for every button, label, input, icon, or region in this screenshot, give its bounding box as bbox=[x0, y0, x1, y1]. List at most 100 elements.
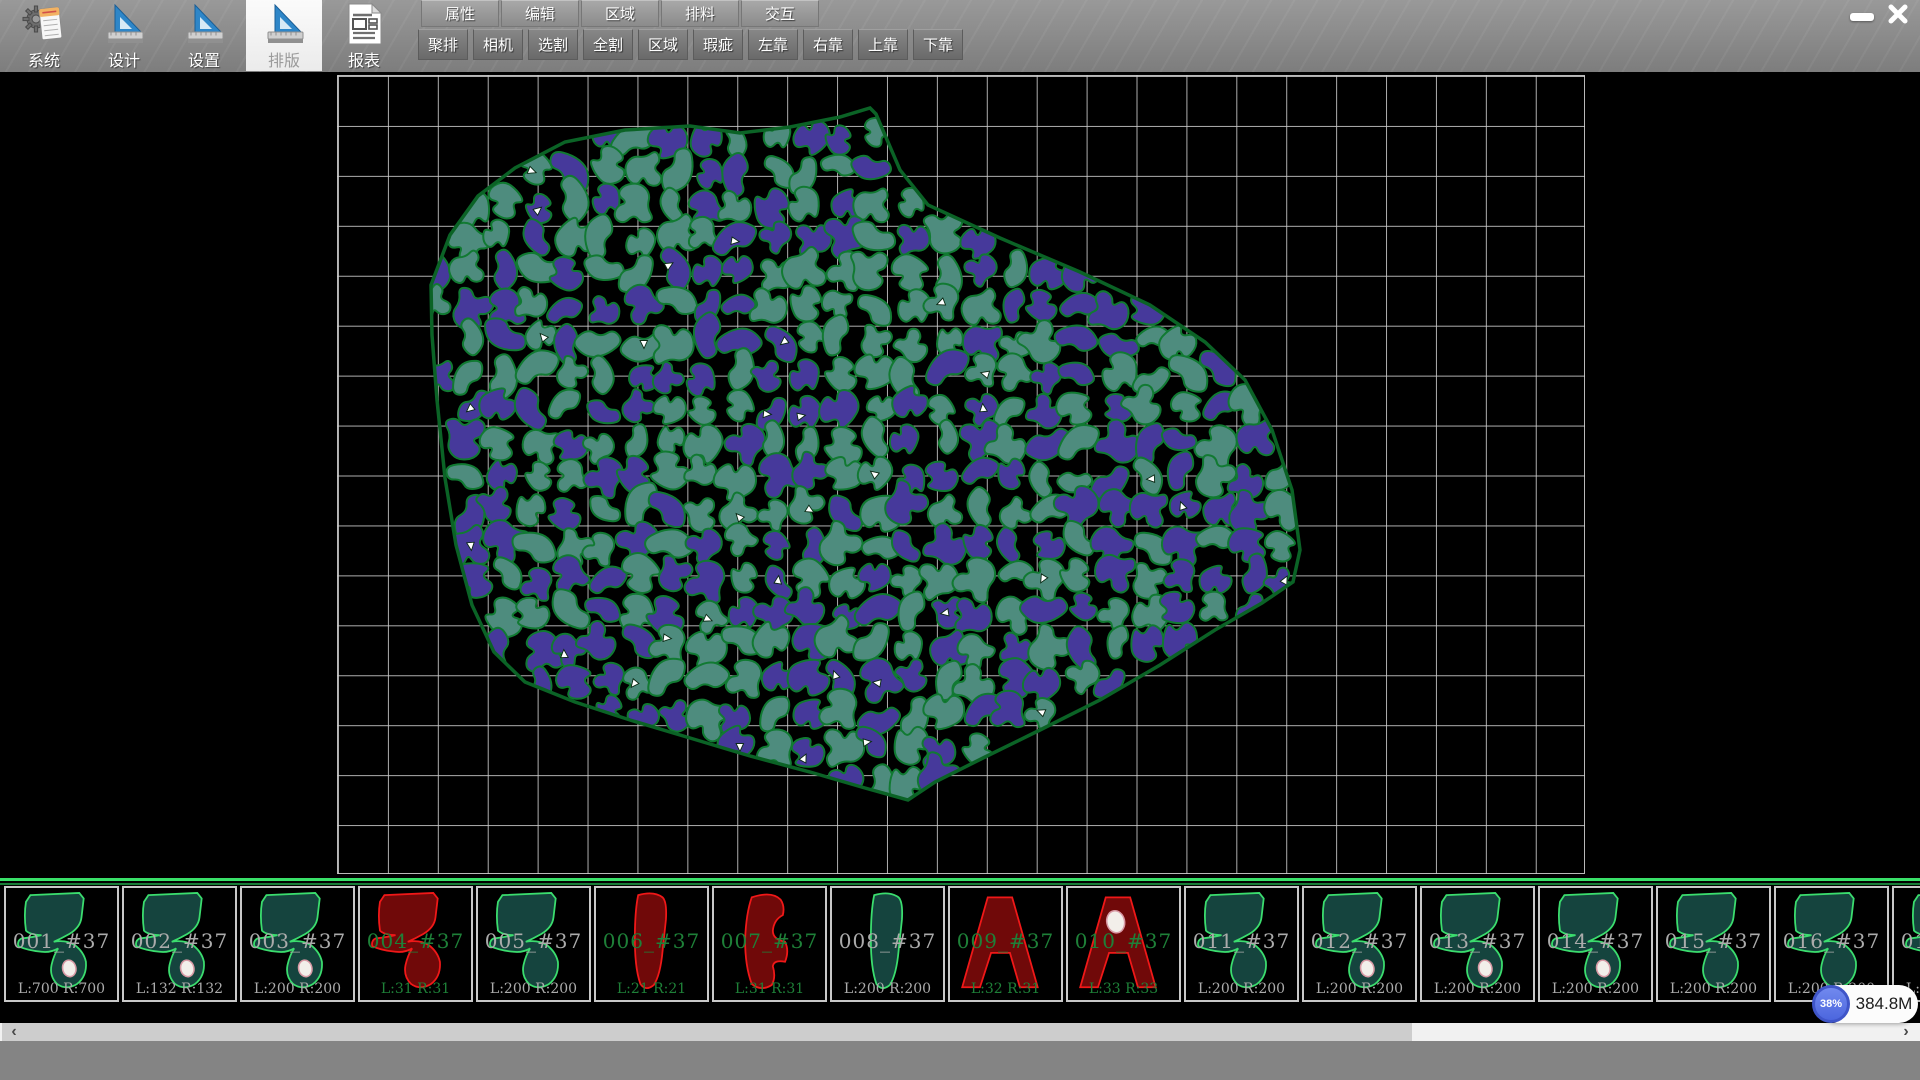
dock-item-label: 报表 bbox=[348, 47, 380, 71]
hide-thumbnail-008[interactable]: 008_#37 L:200 R:200 bbox=[830, 886, 945, 1002]
menu-tab-interact[interactable]: 交互 bbox=[741, 0, 819, 27]
report-icon bbox=[341, 2, 387, 46]
hide-thumbnail-005[interactable]: 005_#37 L:200 R:200 bbox=[476, 886, 591, 1002]
menu-tabs: 属性编辑区域排料交互 bbox=[421, 0, 821, 27]
tool-button-snap-bottom[interactable]: 下靠 bbox=[913, 29, 963, 60]
hide-thumbnail-013[interactable]: 013_#37 L:200 R:200 bbox=[1420, 886, 1535, 1002]
hide-thumbnail-011[interactable]: 011_#37 L:200 R:200 bbox=[1184, 886, 1299, 1002]
tool-button-snap-left[interactable]: 左靠 bbox=[748, 29, 798, 60]
thumbnail-caption: L:31 R:31 bbox=[360, 981, 471, 997]
menu-tab-region[interactable]: 区域 bbox=[581, 0, 659, 27]
thumbnail-id: 014_#37 bbox=[1540, 929, 1651, 953]
thumbnail-id: 004_#37 bbox=[360, 929, 471, 953]
hide-thumbnail-010[interactable]: 010_#37 L:33 R:33 bbox=[1066, 886, 1181, 1002]
thumbnail-caption: L:32 R:31 bbox=[950, 981, 1061, 997]
scrollbar-thumb[interactable] bbox=[24, 1023, 1412, 1041]
footer-bar bbox=[0, 1041, 1920, 1080]
tool-button-select-cut[interactable]: 选割 bbox=[528, 29, 578, 60]
dock-item-design[interactable]: 设计 bbox=[86, 0, 162, 71]
thumbnail-caption: L:200 R:200 bbox=[1304, 981, 1415, 997]
app-window: 系统 设计 设置 排版 报表 属性编辑区域排料交互 聚排相机选割全割区域瑕疵左靠… bbox=[0, 0, 1920, 1080]
hide-thumbnail-007[interactable]: 007_#37 L:31 R:31 bbox=[712, 886, 827, 1002]
thumbnail-id: 005_#37 bbox=[478, 929, 589, 953]
thumbnail-row: 001_#37 L:700 R:700 002_#37 L:132 R:132 … bbox=[4, 886, 1920, 1002]
nested-hide-drawing bbox=[0, 72, 1920, 878]
dock-item-label: 设计 bbox=[108, 47, 140, 71]
thumbnail-caption: L:21 R:21 bbox=[596, 981, 707, 997]
thumbnail-caption: L:700 R:700 bbox=[6, 981, 117, 997]
hide-thumbnail-009[interactable]: 009_#37 L:32 R:31 bbox=[948, 886, 1063, 1002]
thumbnail-caption: L:200 R:200 bbox=[1658, 981, 1769, 997]
hide-thumbnail-001[interactable]: 001_#37 L:700 R:700 bbox=[4, 886, 119, 1002]
thumbnail-caption: L:33 R:33 bbox=[1068, 981, 1179, 997]
tool-button-cluster-nest[interactable]: 聚排 bbox=[418, 29, 468, 60]
tool-button-region[interactable]: 区域 bbox=[638, 29, 688, 60]
dock-item-system[interactable]: 系统 bbox=[6, 0, 82, 71]
close-button[interactable] bbox=[1884, 2, 1912, 26]
thumbnail-id: 002_#37 bbox=[124, 929, 235, 953]
thumbnail-id: 010_#37 bbox=[1068, 929, 1179, 953]
minimize-button[interactable] bbox=[1848, 2, 1876, 26]
thumbnail-id: 015_#37 bbox=[1658, 929, 1769, 953]
filmstrip: 001_#37 L:700 R:700 002_#37 L:132 R:132 … bbox=[0, 878, 1920, 1023]
hide-thumbnail-012[interactable]: 012_#37 L:200 R:200 bbox=[1302, 886, 1417, 1002]
window-controls bbox=[1848, 2, 1912, 26]
hide-thumbnail-015[interactable]: 015_#37 L:200 R:200 bbox=[1656, 886, 1771, 1002]
tool-button-cut-all[interactable]: 全割 bbox=[583, 29, 633, 60]
thumbnail-caption: L:200 R:200 bbox=[1186, 981, 1297, 997]
thumbnail-id: 007_#37 bbox=[714, 929, 825, 953]
hide-thumbnail-006[interactable]: 006_#37 L:21 R:21 bbox=[594, 886, 709, 1002]
thumbnail-id: 003_#37 bbox=[242, 929, 353, 953]
set-square-icon bbox=[101, 2, 147, 46]
thumbnail-id: 016_#37 bbox=[1776, 929, 1887, 953]
titlebar: 系统 设计 设置 排版 报表 属性编辑区域排料交互 聚排相机选割全割区域瑕疵左靠… bbox=[0, 0, 1920, 72]
thumbnail-caption: L:200 R:200 bbox=[242, 981, 353, 997]
menu-tab-nesting[interactable]: 排料 bbox=[661, 0, 739, 27]
thumbnail-caption: L:31 R:31 bbox=[714, 981, 825, 997]
hide-thumbnail-014[interactable]: 014_#37 L:200 R:200 bbox=[1538, 886, 1653, 1002]
thumbnail-id: 006_#37 bbox=[596, 929, 707, 953]
menu-tab-edit[interactable]: 编辑 bbox=[501, 0, 579, 27]
thumbnail-caption: L:200 R:200 bbox=[478, 981, 589, 997]
minimize-icon bbox=[1850, 13, 1874, 21]
hide-thumbnail-003[interactable]: 003_#37 L:200 R:200 bbox=[240, 886, 355, 1002]
thumbnail-id: 013_#37 bbox=[1422, 929, 1533, 953]
thumbnail-id: 001_#37 bbox=[6, 929, 117, 953]
nesting-canvas[interactable] bbox=[0, 72, 1920, 878]
dock-item-label: 排版 bbox=[268, 47, 300, 71]
dock-item-report[interactable]: 报表 bbox=[326, 0, 402, 71]
tool-row: 聚排相机选割全割区域瑕疵左靠右靠上靠下靠 bbox=[418, 29, 968, 60]
dock-item-label: 系统 bbox=[28, 47, 60, 71]
thumbnail-caption: L:200 R:200 bbox=[1540, 981, 1651, 997]
tool-button-snap-top[interactable]: 上靠 bbox=[858, 29, 908, 60]
system-icon bbox=[21, 2, 67, 46]
close-icon bbox=[1887, 3, 1909, 25]
thumbnail-caption: L:132 R:132 bbox=[124, 981, 235, 997]
tool-button-snap-right[interactable]: 右靠 bbox=[803, 29, 853, 60]
strip-accent-line bbox=[0, 878, 1920, 881]
horizontal-scrollbar[interactable]: ‹ › bbox=[0, 1023, 1920, 1041]
dock-item-layout[interactable]: 排版 bbox=[246, 0, 322, 71]
dock-item-label: 设置 bbox=[188, 47, 220, 71]
tool-button-camera[interactable]: 相机 bbox=[473, 29, 523, 60]
dock: 系统 设计 设置 排版 报表 bbox=[6, 0, 402, 72]
menu-tab-properties[interactable]: 属性 bbox=[421, 0, 499, 27]
scroll-left-arrow[interactable]: ‹ bbox=[2, 1023, 26, 1041]
dock-item-settings[interactable]: 设置 bbox=[166, 0, 242, 71]
thumbnail-id: 017_#37 bbox=[1894, 929, 1920, 953]
thumbnail-id: 008_#37 bbox=[832, 929, 943, 953]
memory-badge[interactable]: 384.8M 38% bbox=[1812, 983, 1920, 1025]
thumbnail-caption: L:200 R:200 bbox=[1422, 981, 1533, 997]
hide-thumbnail-002[interactable]: 002_#37 L:132 R:132 bbox=[122, 886, 237, 1002]
strip-accent-line-2 bbox=[0, 883, 1920, 885]
thumbnail-id: 012_#37 bbox=[1304, 929, 1415, 953]
thumbnail-caption: L:200 R:200 bbox=[832, 981, 943, 997]
hide-thumbnail-004[interactable]: 004_#37 L:31 R:31 bbox=[358, 886, 473, 1002]
thumbnail-id: 011_#37 bbox=[1186, 929, 1297, 953]
thumbnail-id: 009_#37 bbox=[950, 929, 1061, 953]
set-square-icon bbox=[181, 2, 227, 46]
percent-indicator: 38% bbox=[1812, 985, 1850, 1023]
tool-button-defect[interactable]: 瑕疵 bbox=[693, 29, 743, 60]
scroll-right-arrow[interactable]: › bbox=[1894, 1023, 1918, 1041]
set-square-icon bbox=[261, 2, 307, 46]
